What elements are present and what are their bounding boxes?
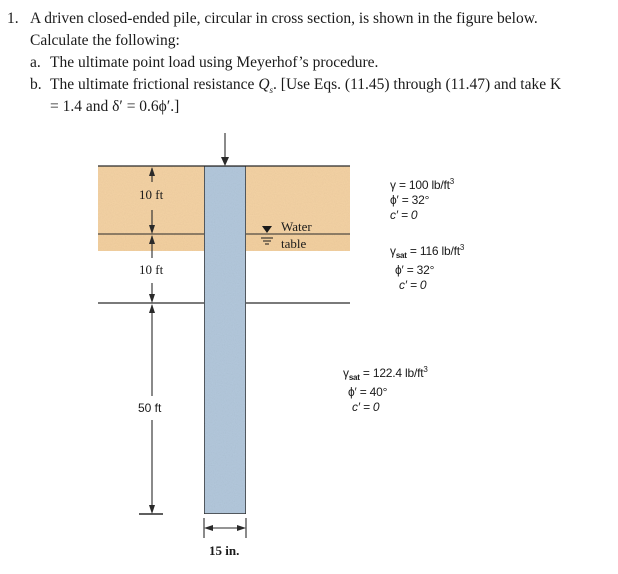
dimension-label-layer2: 10 ft xyxy=(139,262,164,277)
layer3-properties: γsat = 122.4 lb/ft3 ϕ′ = 40° c′ = 0 xyxy=(343,362,428,415)
water-table-label-line1: Water xyxy=(281,219,312,234)
dimension-label-pile-diameter: 15 in. xyxy=(209,543,240,558)
layer2-cohesion: c′ = 0 xyxy=(399,278,427,292)
water-table-label-line2: table xyxy=(281,236,307,251)
pile xyxy=(203,165,247,515)
layer3-friction-angle: ϕ′ = 40° xyxy=(348,385,388,399)
dimension-label-layer3: 50 ft xyxy=(138,401,162,415)
layer2-unit-weight: γsat = 116 lb/ft3 xyxy=(390,243,465,260)
load-arrow-icon xyxy=(221,133,229,166)
layer1-unit-weight: γ = 100 lb/ft3 xyxy=(390,177,455,192)
dimension-label-layer1: 10 ft xyxy=(139,187,164,202)
layer1-properties: γ = 100 lb/ft3 ϕ′ = 32° c′ = 0 xyxy=(390,174,454,223)
layer1-friction-angle: ϕ′ = 32° xyxy=(390,193,430,207)
layer1-cohesion: c′ = 0 xyxy=(390,208,418,222)
layer2-properties: γsat = 116 lb/ft3 ϕ′ = 32° c′ = 0 xyxy=(390,240,464,293)
layer3-cohesion: c′ = 0 xyxy=(352,400,380,414)
layer3-unit-weight: γsat = 122.4 lb/ft3 xyxy=(343,365,428,382)
pile-figure xyxy=(98,133,350,538)
dimension-pile-width xyxy=(203,518,247,538)
layer2-friction-angle: ϕ′ = 32° xyxy=(395,263,435,277)
